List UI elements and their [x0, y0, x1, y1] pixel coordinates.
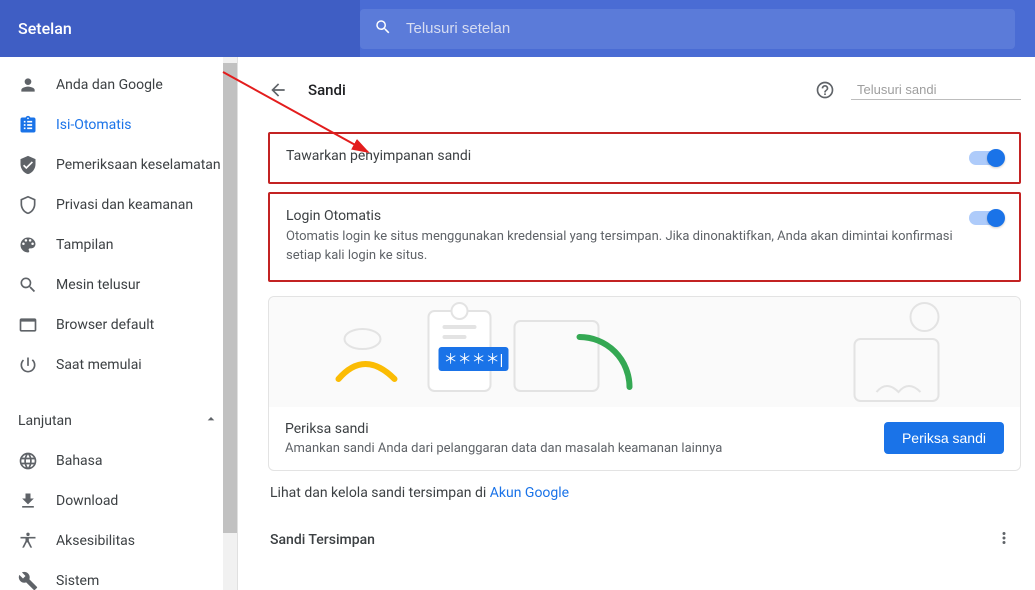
clipboard-icon: [18, 115, 38, 135]
sidebar-item-label: Tampilan: [56, 237, 114, 253]
main-content: Sandi Tawarkan penyimpanan sandi Login O…: [238, 57, 1035, 590]
power-icon: [18, 355, 38, 375]
local-search-input[interactable]: [857, 82, 1033, 97]
sidebar-item-accessibility[interactable]: Aksesibilitas: [0, 521, 237, 561]
auto-signin-toggle[interactable]: [969, 211, 1003, 225]
sidebar-item-privacy[interactable]: Privasi dan keamanan: [0, 185, 237, 225]
sidebar-item-autofill[interactable]: Isi-Otomatis: [0, 105, 237, 145]
sidebar-item-label: Anda dan Google: [56, 77, 163, 93]
download-icon: [18, 491, 38, 511]
search-icon: [374, 18, 392, 40]
sidebar-item-label: Bahasa: [56, 453, 103, 469]
illustration: ＊＊＊＊|: [269, 297, 1020, 407]
sidebar-item-label: Saat memulai: [56, 357, 142, 373]
sidebar-item-label: Pemeriksaan keselamatan: [56, 157, 221, 173]
wrench-icon: [18, 571, 38, 590]
sidebar-item-label: Browser default: [56, 317, 154, 333]
sidebar: Anda dan Google Isi-Otomatis Pemeriksaan…: [0, 57, 238, 590]
page-header: Sandi: [268, 79, 1021, 100]
sidebar-scrollbar-thumb[interactable]: [223, 63, 237, 533]
sidebar-item-label: Download: [56, 493, 118, 509]
sidebar-item-you-google[interactable]: Anda dan Google: [0, 65, 237, 105]
palette-icon: [18, 235, 38, 255]
person-icon: [18, 75, 38, 95]
sidebar-advanced-label: Lanjutan: [18, 413, 72, 429]
local-search[interactable]: [851, 79, 1021, 100]
search-icon: [18, 275, 38, 295]
sidebar-item-startup[interactable]: Saat memulai: [0, 345, 237, 385]
browser-icon: [18, 315, 38, 335]
sidebar-item-label: Privasi dan keamanan: [56, 197, 193, 213]
setting-auto-signin: Login Otomatis Otomatis login ke situs m…: [268, 192, 1021, 282]
auto-signin-title: Login Otomatis: [286, 208, 953, 224]
auto-signin-sub: Otomatis login ke situs menggunakan kred…: [286, 228, 953, 266]
check-sub: Amankan sandi Anda dari pelanggaran data…: [285, 441, 884, 456]
sidebar-item-safety[interactable]: Pemeriksaan keselamatan: [0, 145, 237, 185]
global-search-input[interactable]: [406, 20, 1001, 37]
global-search[interactable]: [360, 9, 1015, 49]
check-passwords-button[interactable]: Periksa sandi: [884, 422, 1004, 454]
saved-passwords-row: Sandi Tersimpan: [268, 515, 1021, 571]
sidebar-item-label: Sistem: [56, 573, 99, 589]
app-title: Setelan: [0, 0, 360, 57]
help-icon[interactable]: [815, 80, 835, 100]
shield-check-icon: [18, 155, 38, 175]
check-title: Periksa sandi: [285, 421, 884, 437]
check-passwords-card: ＊＊＊＊| Periksa sandi Amankan sandi Anda d…: [268, 296, 1021, 471]
manage-link[interactable]: Akun Google: [490, 485, 569, 501]
offer-save-toggle[interactable]: [969, 151, 1003, 165]
manage-prefix: Lihat dan kelola sandi tersimpan di: [270, 485, 490, 501]
shield-icon: [18, 195, 38, 215]
offer-save-title: Tawarkan penyimpanan sandi: [286, 148, 953, 164]
globe-icon: [18, 451, 38, 471]
app-header: Setelan: [0, 0, 1035, 57]
sidebar-item-language[interactable]: Bahasa: [0, 441, 237, 481]
manage-row: Lihat dan kelola sandi tersimpan di Akun…: [268, 471, 1021, 515]
back-arrow-icon[interactable]: [268, 80, 288, 100]
sidebar-item-label: Isi-Otomatis: [56, 117, 131, 133]
sidebar-item-appearance[interactable]: Tampilan: [0, 225, 237, 265]
setting-offer-save: Tawarkan penyimpanan sandi: [268, 132, 1021, 184]
sidebar-item-download[interactable]: Download: [0, 481, 237, 521]
more-vert-icon: [995, 529, 1013, 547]
sidebar-item-label: Aksesibilitas: [56, 533, 135, 549]
accessibility-icon: [18, 531, 38, 551]
sidebar-item-search[interactable]: Mesin telusur: [0, 265, 237, 305]
sidebar-item-default-browser[interactable]: Browser default: [0, 305, 237, 345]
sidebar-item-label: Mesin telusur: [56, 277, 140, 293]
chevron-up-icon: [203, 411, 219, 431]
saved-title: Sandi Tersimpan: [270, 532, 995, 548]
sidebar-item-system[interactable]: Sistem: [0, 561, 237, 590]
more-menu[interactable]: [995, 529, 1013, 551]
svg-text:＊＊＊＊|: ＊＊＊＊|: [444, 351, 504, 367]
sidebar-advanced-toggle[interactable]: Lanjutan: [0, 401, 237, 441]
page-title: Sandi: [308, 81, 815, 99]
